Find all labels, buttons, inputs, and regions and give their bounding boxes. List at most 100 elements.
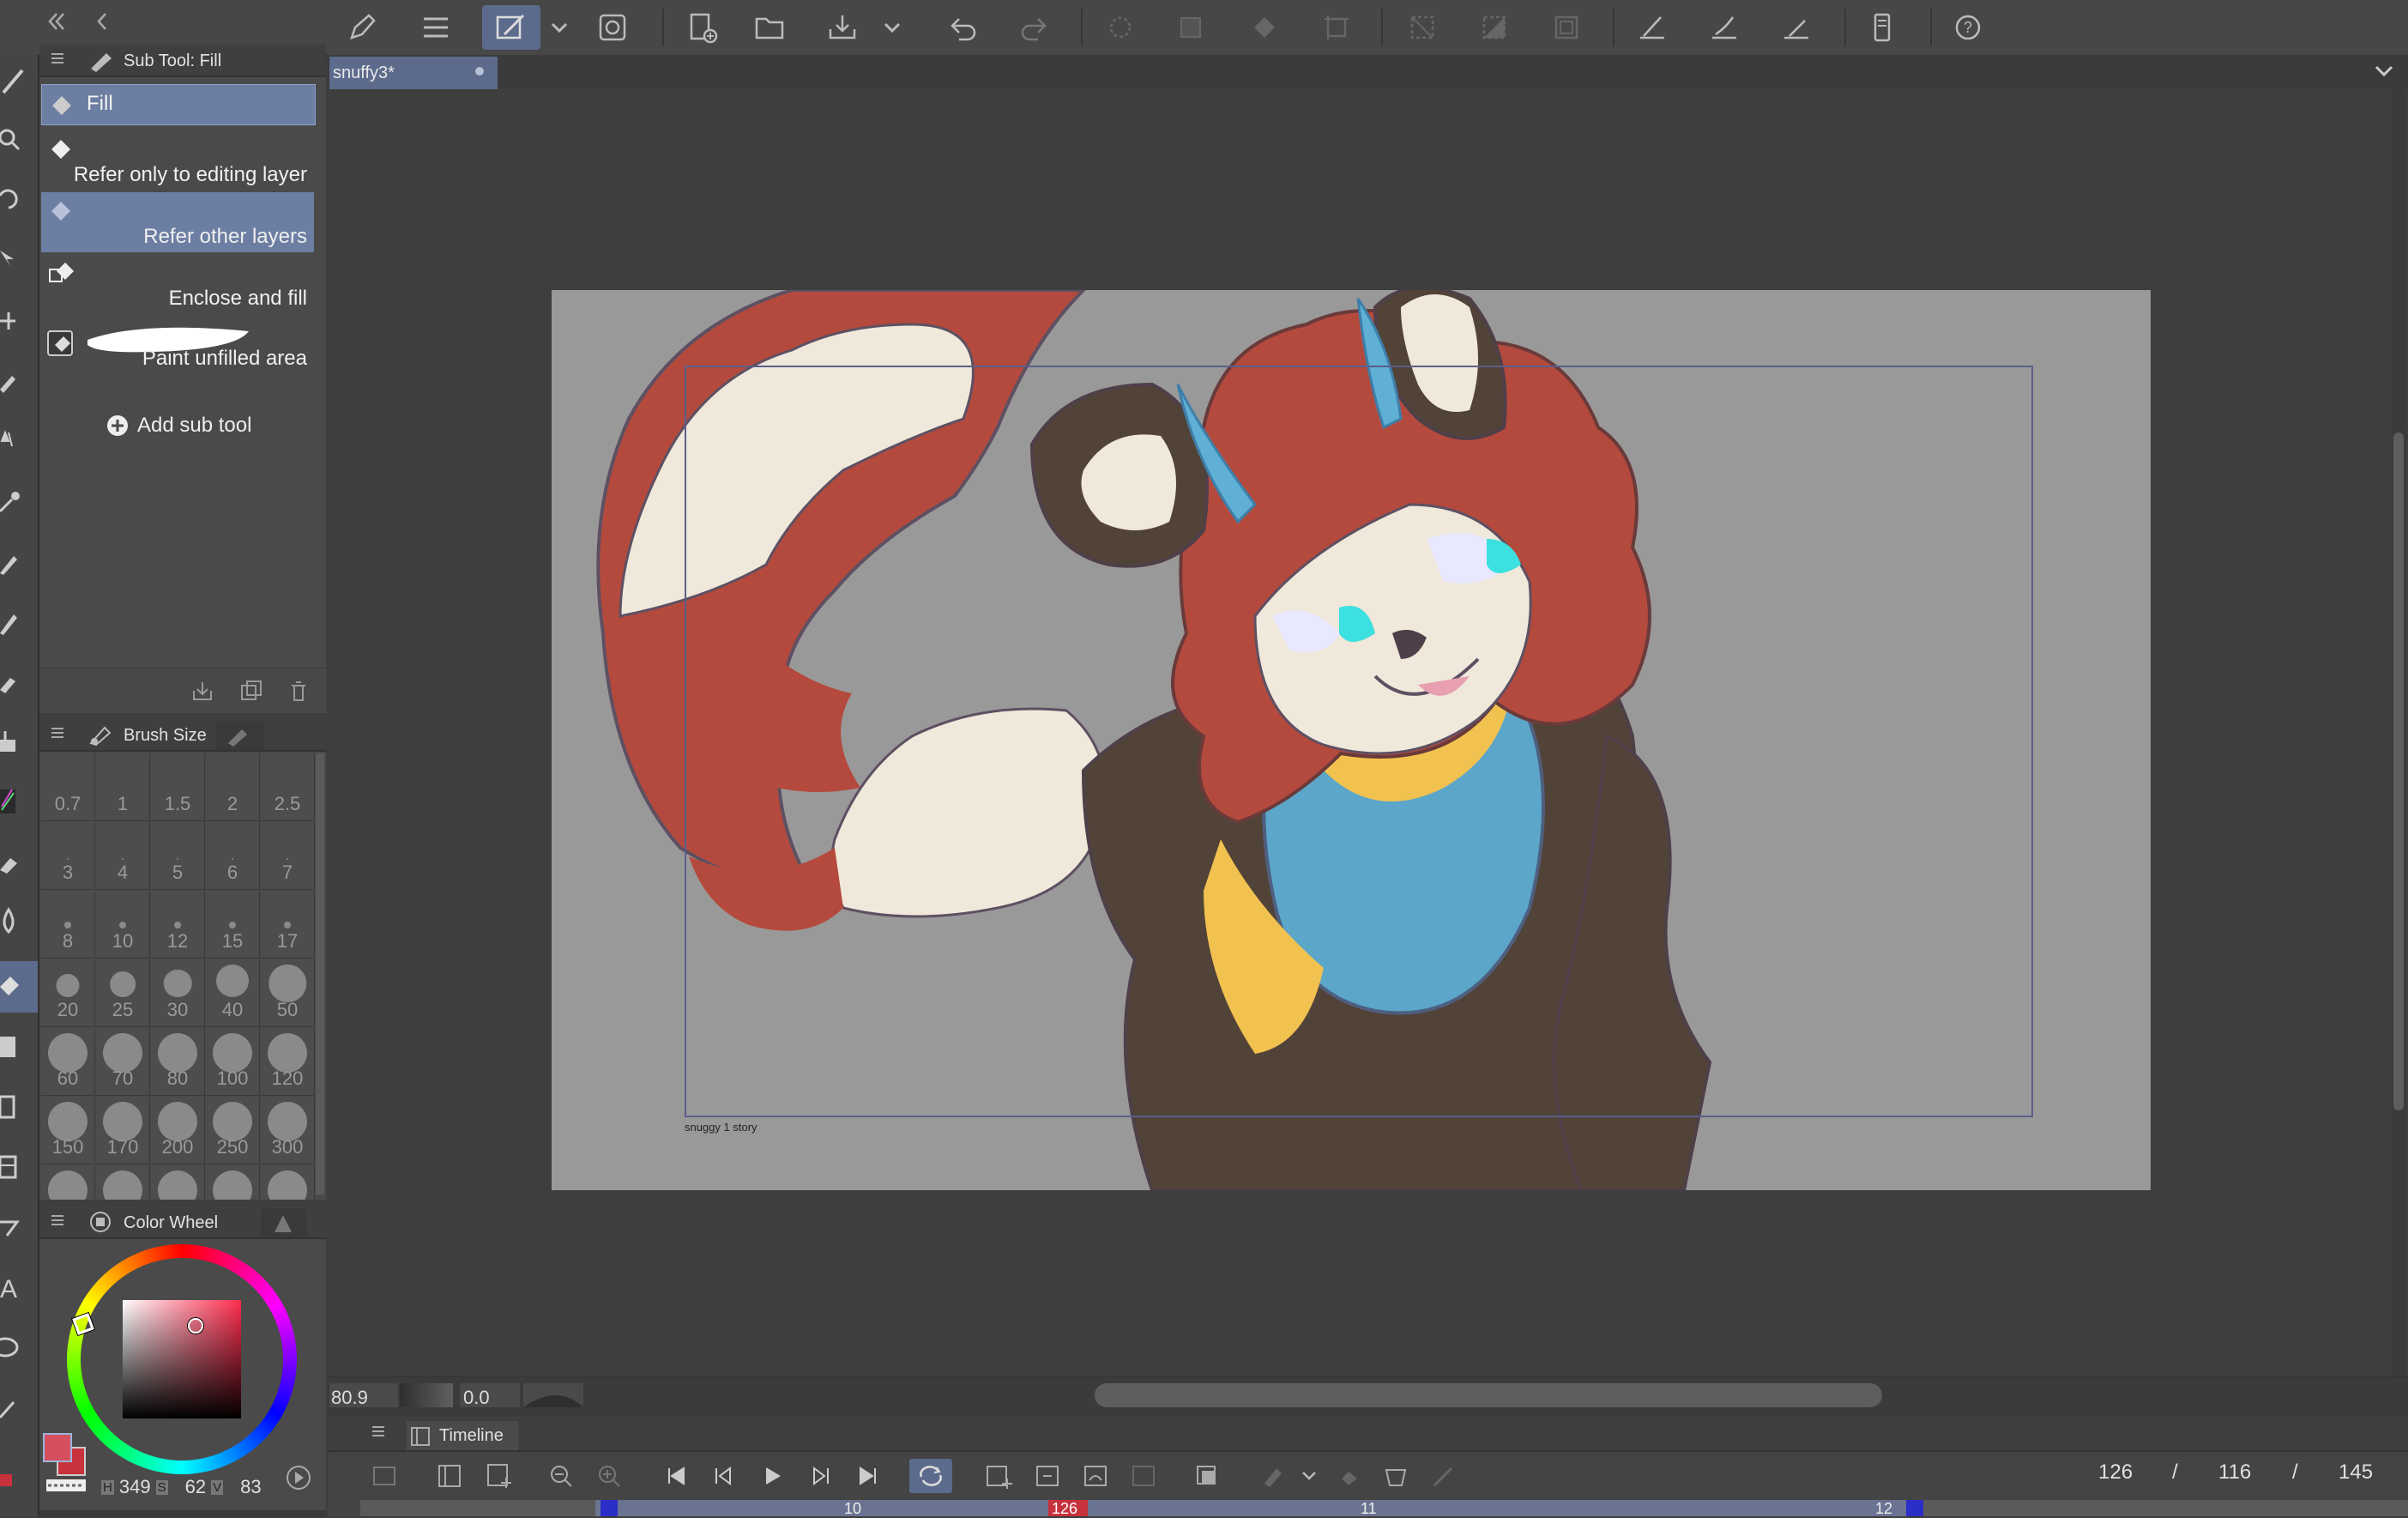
range-end-marker[interactable]: [1906, 1500, 1923, 1516]
new-file-icon[interactable]: [679, 5, 724, 50]
brush-size-option[interactable]: 50: [261, 959, 315, 1027]
color-set-tab[interactable]: [261, 1208, 307, 1237]
brush-size-option[interactable]: [206, 1165, 260, 1200]
balloon-tool-icon[interactable]: [0, 1321, 38, 1373]
brush-size-option[interactable]: [261, 1165, 315, 1200]
ruler-snap-icon[interactable]: [1630, 5, 1675, 50]
specify-cel-icon[interactable]: [1031, 1459, 1065, 1493]
save-icon[interactable]: [820, 5, 865, 50]
delete-subtool-icon[interactable]: [287, 679, 311, 707]
new-animation-folder-icon[interactable]: [367, 1459, 401, 1493]
timeline-tab[interactable]: Timeline: [407, 1421, 518, 1450]
brush-size-option[interactable]: 1.5: [151, 753, 205, 821]
zoom-tool-icon[interactable]: [0, 115, 38, 166]
special-ruler-snap-icon[interactable]: [1702, 5, 1747, 50]
brush-size-option[interactable]: 4: [96, 822, 150, 890]
vertical-scrollbar[interactable]: [2393, 432, 2404, 1110]
main-color[interactable]: [43, 1433, 72, 1462]
brush-size-option[interactable]: 10: [96, 891, 150, 959]
saturation-value-square[interactable]: [123, 1300, 241, 1418]
pen-tool-2-icon[interactable]: [0, 535, 38, 587]
new-cel-icon[interactable]: [981, 1459, 1016, 1493]
auto-select-tool-icon[interactable]: [0, 415, 38, 467]
vector-edit-icon[interactable]: [482, 5, 540, 50]
zoom-slider[interactable]: [400, 1383, 453, 1407]
edit-keyframe-icon[interactable]: [1427, 1459, 1462, 1493]
figure-tool-icon[interactable]: [0, 1081, 38, 1133]
selection-tool-icon[interactable]: [0, 355, 38, 407]
companion-icon[interactable]: [590, 5, 635, 50]
brush-size-option[interactable]: 150: [41, 1097, 95, 1164]
play-icon[interactable]: [755, 1459, 789, 1493]
subtool-item-fill[interactable]: Fill: [41, 84, 316, 125]
keyframe-interpolation-icon[interactable]: [1333, 1459, 1367, 1493]
timeline-settings-icon[interactable]: [432, 1459, 467, 1493]
canvas[interactable]: snuggy 1 story: [552, 290, 2151, 1190]
help-icon[interactable]: ?: [1946, 5, 1990, 50]
operation-tool-icon[interactable]: [0, 235, 38, 287]
blend-tool-icon[interactable]: [0, 896, 38, 947]
airbrush-tool-icon[interactable]: [0, 716, 38, 767]
color-mode-toggle-icon[interactable]: [285, 1464, 312, 1496]
move-tool-icon[interactable]: [0, 175, 38, 227]
brush-size-option[interactable]: 60: [41, 1028, 95, 1096]
redo-icon[interactable]: [1012, 5, 1057, 50]
brush-size-option[interactable]: 6: [206, 822, 260, 890]
fill-tool-icon[interactable]: [0, 961, 38, 1013]
eyedropper-tool-icon[interactable]: [0, 475, 38, 527]
transform-icon[interactable]: [1314, 5, 1359, 50]
clear-outside-icon[interactable]: [1168, 5, 1213, 50]
subtool-item-paint-unfilled[interactable]: Paint unfilled area: [41, 314, 314, 374]
first-frame-icon[interactable]: [659, 1459, 693, 1493]
subtool-item-refer-other[interactable]: Refer other layers: [41, 192, 314, 252]
brush-size-option[interactable]: 20: [41, 959, 95, 1027]
pen-tool-icon[interactable]: [0, 55, 38, 106]
document-tab[interactable]: snuffy3*: [329, 57, 498, 89]
pencil-tool-icon[interactable]: [0, 596, 38, 647]
grid-snap-icon[interactable]: [1774, 5, 1819, 50]
rotation-slider[interactable]: [523, 1383, 583, 1407]
playhead[interactable]: 126: [1048, 1500, 1088, 1517]
add-subtool-button[interactable]: Add sub tool: [106, 410, 251, 441]
fill-icon[interactable]: [1242, 5, 1287, 50]
brush-size-option[interactable]: 30: [151, 959, 205, 1027]
last-frame-icon[interactable]: [851, 1459, 885, 1493]
open-folder-icon[interactable]: [748, 5, 793, 50]
eraser-tool-icon[interactable]: [0, 836, 38, 887]
crop-icon[interactable]: [1544, 5, 1589, 50]
brush-size-option[interactable]: 5: [151, 822, 205, 890]
brush-size-scrollbar[interactable]: [316, 753, 324, 1194]
correct-line-tool-icon[interactable]: [0, 1382, 38, 1433]
smartphone-icon[interactable]: [1860, 5, 1904, 50]
brush-size-option[interactable]: 300: [261, 1097, 315, 1164]
collapse-panels-icon[interactable]: [41, 9, 67, 34]
save-options-chevron-icon[interactable]: [875, 5, 909, 50]
brush-size-option[interactable]: 200: [151, 1097, 205, 1164]
brush-size-option[interactable]: 80: [151, 1028, 205, 1096]
collapse-left-icon[interactable]: [89, 9, 115, 34]
deselect-icon[interactable]: [1400, 5, 1445, 50]
previous-frame-icon[interactable]: [705, 1459, 739, 1493]
keyframe-icon[interactable]: [1256, 1459, 1290, 1493]
text-tool-icon[interactable]: A: [0, 1261, 38, 1313]
brush-size-tab-2[interactable]: [216, 721, 264, 750]
brush-size-option[interactable]: 3: [41, 822, 95, 890]
brush-size-option[interactable]: 15: [206, 891, 260, 959]
clear-icon[interactable]: [1098, 5, 1143, 50]
panel-menu-icon[interactable]: [371, 1423, 386, 1444]
duplicate-subtool-icon[interactable]: [238, 679, 263, 707]
brush-size-option[interactable]: 7: [261, 822, 315, 890]
sv-cursor[interactable]: [188, 1318, 203, 1334]
panel-menu-icon[interactable]: [50, 50, 65, 71]
cel-link-icon[interactable]: [1079, 1459, 1113, 1493]
rotation-field[interactable]: 0.0: [460, 1383, 520, 1408]
brush-size-option[interactable]: 120: [261, 1028, 315, 1096]
brush-size-option[interactable]: 12: [151, 891, 205, 959]
import-subtool-icon[interactable]: [190, 679, 214, 707]
onion-skin-icon[interactable]: [1191, 1459, 1225, 1493]
brush-size-option[interactable]: 2.5: [261, 753, 315, 821]
color-swatch-mini[interactable]: [0, 1448, 34, 1509]
brush-size-option[interactable]: 25: [96, 959, 150, 1027]
ruler-tool-icon[interactable]: [0, 1201, 38, 1253]
brush-size-option[interactable]: 0.7: [41, 753, 95, 821]
